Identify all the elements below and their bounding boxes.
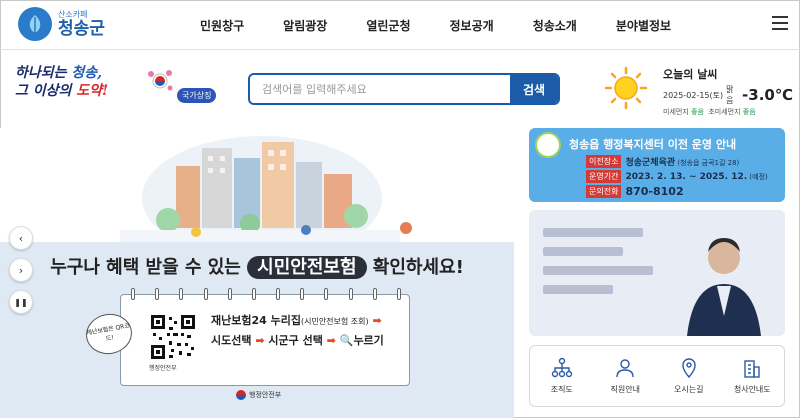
- quick-link-directions[interactable]: 오시는길: [657, 346, 721, 406]
- arrow-right-icon: ➡: [372, 314, 382, 327]
- nav-open-office[interactable]: 열린군청: [366, 17, 410, 34]
- taegeuk-icon: [236, 390, 246, 400]
- nav-civil-service[interactable]: 민원창구: [200, 17, 244, 34]
- leaf-logo-icon: [18, 7, 52, 41]
- search-button[interactable]: 검색: [510, 75, 558, 103]
- arrow-right-icon: ➡: [255, 334, 265, 347]
- notice-title: 청송읍 행정복지센터 이전 운영 안내: [569, 138, 737, 151]
- promo-video-panel[interactable]: [529, 210, 785, 336]
- slider-next-button[interactable]: ›: [9, 258, 33, 282]
- notice-row: 운영기간 2023. 2. 13. ~ 2025. 12. (예정): [586, 170, 768, 183]
- city-illustration: [120, 136, 412, 258]
- slider-pause-button[interactable]: ❚❚: [9, 290, 33, 314]
- building-icon: [744, 360, 760, 378]
- weather-widget: 오늘의 날씨 2025-02-15(토) 맑음 -3.0℃ 미세먼지 좋음 초미…: [663, 66, 793, 117]
- org-chart-icon: [551, 357, 572, 378]
- qr-caption: 행정안전부: [149, 365, 177, 372]
- air-quality: 미세먼지 좋음 초미세먼지 좋음: [663, 108, 756, 116]
- nav-field-info[interactable]: 분야별정보: [616, 17, 671, 34]
- banner-headline: 누구나 혜택 받을 수 있는 시민안전보험 확인하세요!: [50, 256, 464, 279]
- quick-link-staff[interactable]: 직원안내: [594, 346, 658, 406]
- search-bar: 검색: [248, 73, 560, 105]
- nav-about[interactable]: 청송소개: [533, 17, 577, 34]
- quick-link-org-chart[interactable]: 조직도: [530, 346, 594, 406]
- notice-row: 문의전화 870-8102: [586, 185, 768, 198]
- sun-weather-icon: [604, 66, 648, 110]
- slider-prev-button[interactable]: ‹: [9, 226, 33, 250]
- nav-info-disclosure[interactable]: 정보공개: [450, 17, 494, 34]
- hamburger-menu-icon[interactable]: [772, 16, 788, 30]
- search-input[interactable]: [250, 75, 510, 103]
- logo-title: 청송군: [58, 18, 105, 39]
- site-logo[interactable]: 산소카페 청송군: [18, 7, 105, 41]
- relocation-notice-banner[interactable]: 청송읍 행정복지센터 이전 운영 안내 이전장소 청송군체육관 (청송읍 금곡1…: [529, 128, 785, 202]
- weather-date: 2025-02-15(토): [663, 90, 724, 100]
- quick-link-building-guide[interactable]: 청사안내도: [721, 346, 785, 406]
- weather-temperature: -3.0℃: [742, 86, 793, 104]
- ministry-logo: 행정안전부: [236, 390, 281, 400]
- logo-tagline: 산소카페: [58, 9, 88, 19]
- weather-condition: 맑음: [726, 85, 734, 105]
- site-header: 산소카페 청송군 민원창구 알림광장 열린군청 정보공개 청송소개 분야별정보: [0, 0, 800, 50]
- staff-icon: [616, 359, 634, 378]
- office-logo-icon: [535, 132, 561, 158]
- main-banner[interactable]: 누구나 혜택 받을 수 있는 시민안전보험 확인하세요! 행정안전부 재난보험2…: [0, 128, 514, 418]
- notice-row: 이전장소 청송군체육관 (청송읍 금곡1길 28): [586, 155, 768, 168]
- calendar-instructions: 재난보험24 누리집(시민안전보험 조회) ➡ 시도선택 ➡ 시군구 선택 ➡ …: [211, 314, 384, 347]
- main-nav: 민원창구 알림광장 열린군청 정보공개 청송소개 분야별정보: [200, 0, 710, 50]
- nav-notice-square[interactable]: 알림광장: [283, 17, 327, 34]
- national-symbol-badge[interactable]: 국가상징: [177, 88, 217, 103]
- blurred-text: [543, 228, 663, 304]
- search-icon: 🔍: [339, 334, 354, 347]
- calendar-card: 행정안전부 재난보험24 누리집(시민안전보험 조회) ➡ 시도선택 ➡ 시군구…: [120, 288, 410, 386]
- quick-links: 조직도 직원안내 오시는길 청사안내도: [529, 345, 785, 407]
- weather-title: 오늘의 날씨: [663, 68, 718, 81]
- person-photo: [679, 220, 769, 336]
- slogan-line-1: 하나되는 청송,: [15, 65, 103, 81]
- banner-highlight: 시민안전보험: [247, 256, 367, 279]
- map-pin-icon: [682, 358, 696, 379]
- qr-code-icon[interactable]: [149, 313, 197, 361]
- arrow-right-icon: ➡: [326, 334, 336, 347]
- slogan: 하나되는 청송, 그 이상의 도약! 국가상징: [15, 64, 217, 114]
- national-symbol-icon: [148, 70, 173, 91]
